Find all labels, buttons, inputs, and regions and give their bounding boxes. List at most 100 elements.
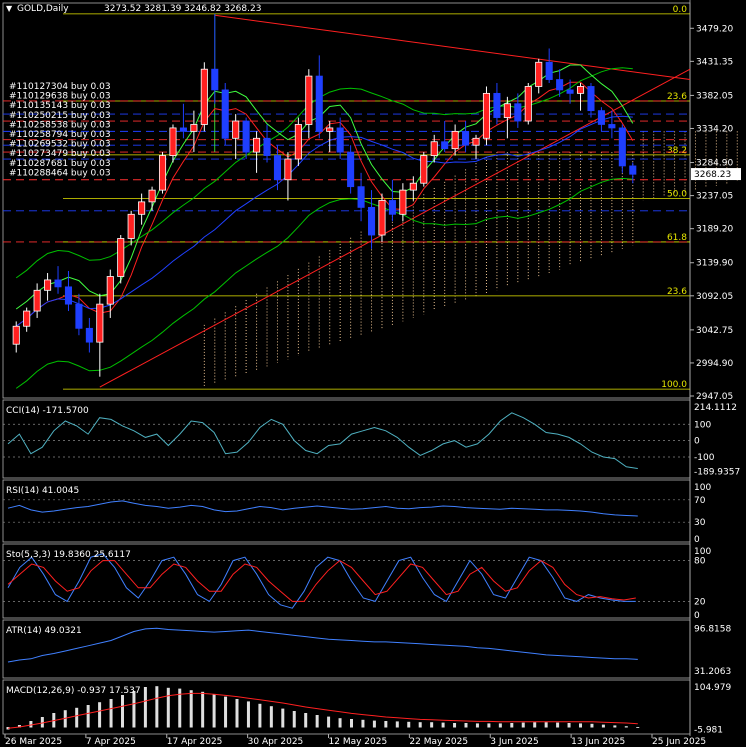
trendline-top xyxy=(214,14,691,81)
indicator-tick-label: 30 xyxy=(694,518,706,528)
candle-body xyxy=(357,186,365,208)
macd-bar xyxy=(86,705,90,728)
candle-body xyxy=(44,279,52,291)
macd-bar xyxy=(269,706,273,728)
macd-bar xyxy=(212,694,216,728)
candle-body xyxy=(54,279,62,288)
candle-body xyxy=(420,155,428,184)
candle-body xyxy=(148,189,156,203)
candle-body xyxy=(85,327,93,343)
indicator-tick-label: -5.981 xyxy=(694,725,723,735)
date-label: 26 Mar 2025 xyxy=(5,737,62,747)
macd-bar xyxy=(590,723,594,728)
candle-body xyxy=(33,289,41,312)
indicator-tick-label: 96.8158 xyxy=(694,624,731,634)
macd-bar xyxy=(544,722,548,728)
macd-bar xyxy=(453,723,457,728)
candle-body xyxy=(169,127,177,156)
order-label: #110269532 buy 0.03 xyxy=(9,140,111,150)
macd-bar xyxy=(132,691,136,728)
macd-bar xyxy=(361,719,365,728)
macd-bar xyxy=(224,696,228,728)
fib-level-label: 100.0 xyxy=(661,380,687,390)
candle-body xyxy=(503,103,511,118)
candle-body xyxy=(566,89,574,94)
price-tick-label: 3237.05 xyxy=(696,192,733,202)
macd-bar xyxy=(521,722,525,728)
panel-frame-atr xyxy=(2,619,691,679)
date-label: 3 Jun 2025 xyxy=(490,737,538,747)
price-tick-label: 3092.05 xyxy=(696,292,733,302)
indicator-line-rsi xyxy=(7,500,638,517)
indicator-title-atr: ATR(14) 49.0321 xyxy=(6,626,82,636)
macd-bar xyxy=(304,713,308,728)
candle-body xyxy=(96,303,104,343)
macd-bar xyxy=(636,727,640,728)
candle-body xyxy=(472,137,480,146)
candle-body xyxy=(336,127,344,153)
candle-body xyxy=(629,165,637,175)
indicator-tick-label: 80 xyxy=(694,557,706,567)
macd-bar xyxy=(315,715,319,728)
candle-body xyxy=(23,310,31,327)
macd-bar xyxy=(350,719,353,728)
macd-bar xyxy=(430,722,434,728)
macd-bar xyxy=(109,699,113,728)
candle-body xyxy=(482,92,491,139)
macd-signal-line xyxy=(7,692,638,729)
macd-bar xyxy=(281,708,285,728)
panel-frame-rsi xyxy=(2,479,691,543)
indicator-tick-label: -189.9357 xyxy=(694,468,740,478)
price-tick-label: 2994.90 xyxy=(696,359,733,369)
fib-level-label: 0.0 xyxy=(673,5,688,15)
price-tick-label: 3479.20 xyxy=(696,24,733,34)
order-label: #110127304 buy 0.03 xyxy=(9,82,111,92)
candle-body xyxy=(430,141,438,156)
chart-canvas[interactable]: 0.0 23.6 38.2 50.0 61.8 23.6 100.0 #110127304 b… xyxy=(0,0,746,747)
candle-body xyxy=(535,61,543,87)
macd-bar xyxy=(624,726,628,728)
macd-bar xyxy=(556,722,560,728)
macd-bar xyxy=(510,723,514,728)
candle-body xyxy=(273,155,282,181)
indicator-tick-label: 31.2063 xyxy=(694,667,731,677)
candle-body xyxy=(451,130,459,150)
current-price-label: 3268.23 xyxy=(694,170,731,180)
macd-bar xyxy=(372,720,376,728)
date-label: 25 Jun 2025 xyxy=(652,737,706,747)
candle-body xyxy=(263,137,271,156)
order-label: #110135143 buy 0.03 xyxy=(9,101,111,111)
price-tick-label: 3284.90 xyxy=(696,159,733,169)
order-label: #110273479 buy 0.03 xyxy=(9,149,111,159)
indicator-tick-label: 0 xyxy=(694,535,700,545)
order-label: #110258794 buy 0.03 xyxy=(9,130,111,140)
candle-body xyxy=(388,200,396,215)
macd-bar xyxy=(498,723,502,728)
candle-body xyxy=(618,127,626,167)
macd-bar xyxy=(464,723,468,728)
date-label: 30 Apr 2025 xyxy=(248,737,304,747)
price-tick-label: 3431.35 xyxy=(696,57,733,67)
indicator-tick-label: 0 xyxy=(694,611,700,621)
macd-bar xyxy=(166,687,170,728)
macd-bar xyxy=(395,721,399,728)
order-label: #110129638 buy 0.03 xyxy=(9,92,111,102)
candle-body xyxy=(315,75,323,132)
macd-bar xyxy=(155,686,159,728)
order-label: #110258538 buy 0.03 xyxy=(9,120,111,130)
indicator-tick-label: -100 xyxy=(694,453,715,463)
candle-body xyxy=(190,124,198,132)
date-label: 17 Apr 2025 xyxy=(167,737,223,747)
fib-level-label: 38.2 xyxy=(667,146,687,156)
macd-bar xyxy=(327,716,331,728)
indicator-tick-label: 100 xyxy=(694,547,711,557)
candle-body xyxy=(200,68,208,125)
candle-body xyxy=(576,86,585,94)
candle-body xyxy=(75,303,83,329)
macd-bar xyxy=(441,722,445,728)
macd-bar xyxy=(407,721,411,728)
dropdown-icon: ▼ xyxy=(6,4,13,13)
candle-body xyxy=(347,151,355,188)
indicator-tick-label: 104.979 xyxy=(694,683,731,693)
indicator-line-sto xyxy=(7,553,636,609)
